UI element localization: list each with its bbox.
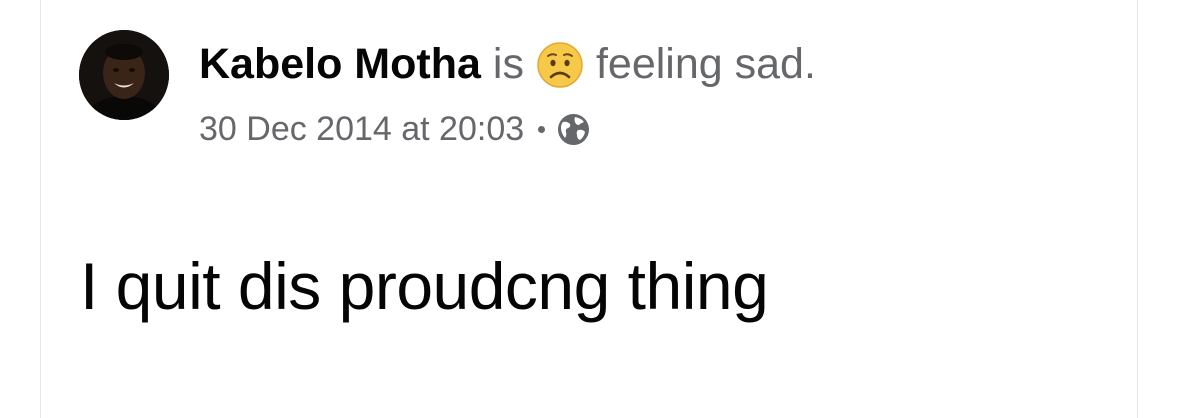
sad-face-emoji-icon [536,41,584,89]
activity-verb: is [492,40,524,88]
author-name-link[interactable]: Kabelo Motha [199,36,481,92]
author-avatar[interactable] [79,30,169,120]
post-meta: 30 Dec 2014 at 20:03 [199,106,590,152]
post-timestamp-link[interactable]: 30 Dec 2014 at 20:03 [199,106,524,152]
avatar-photo [79,30,169,120]
globe-icon[interactable] [557,113,590,146]
feeling-text[interactable]: feeling sad. [596,36,816,92]
post-body-text: I quit dis proudcng thing [80,249,769,323]
separator-dot [538,125,546,133]
post-header: Kabelo Motha is feeling sad. [199,36,816,92]
